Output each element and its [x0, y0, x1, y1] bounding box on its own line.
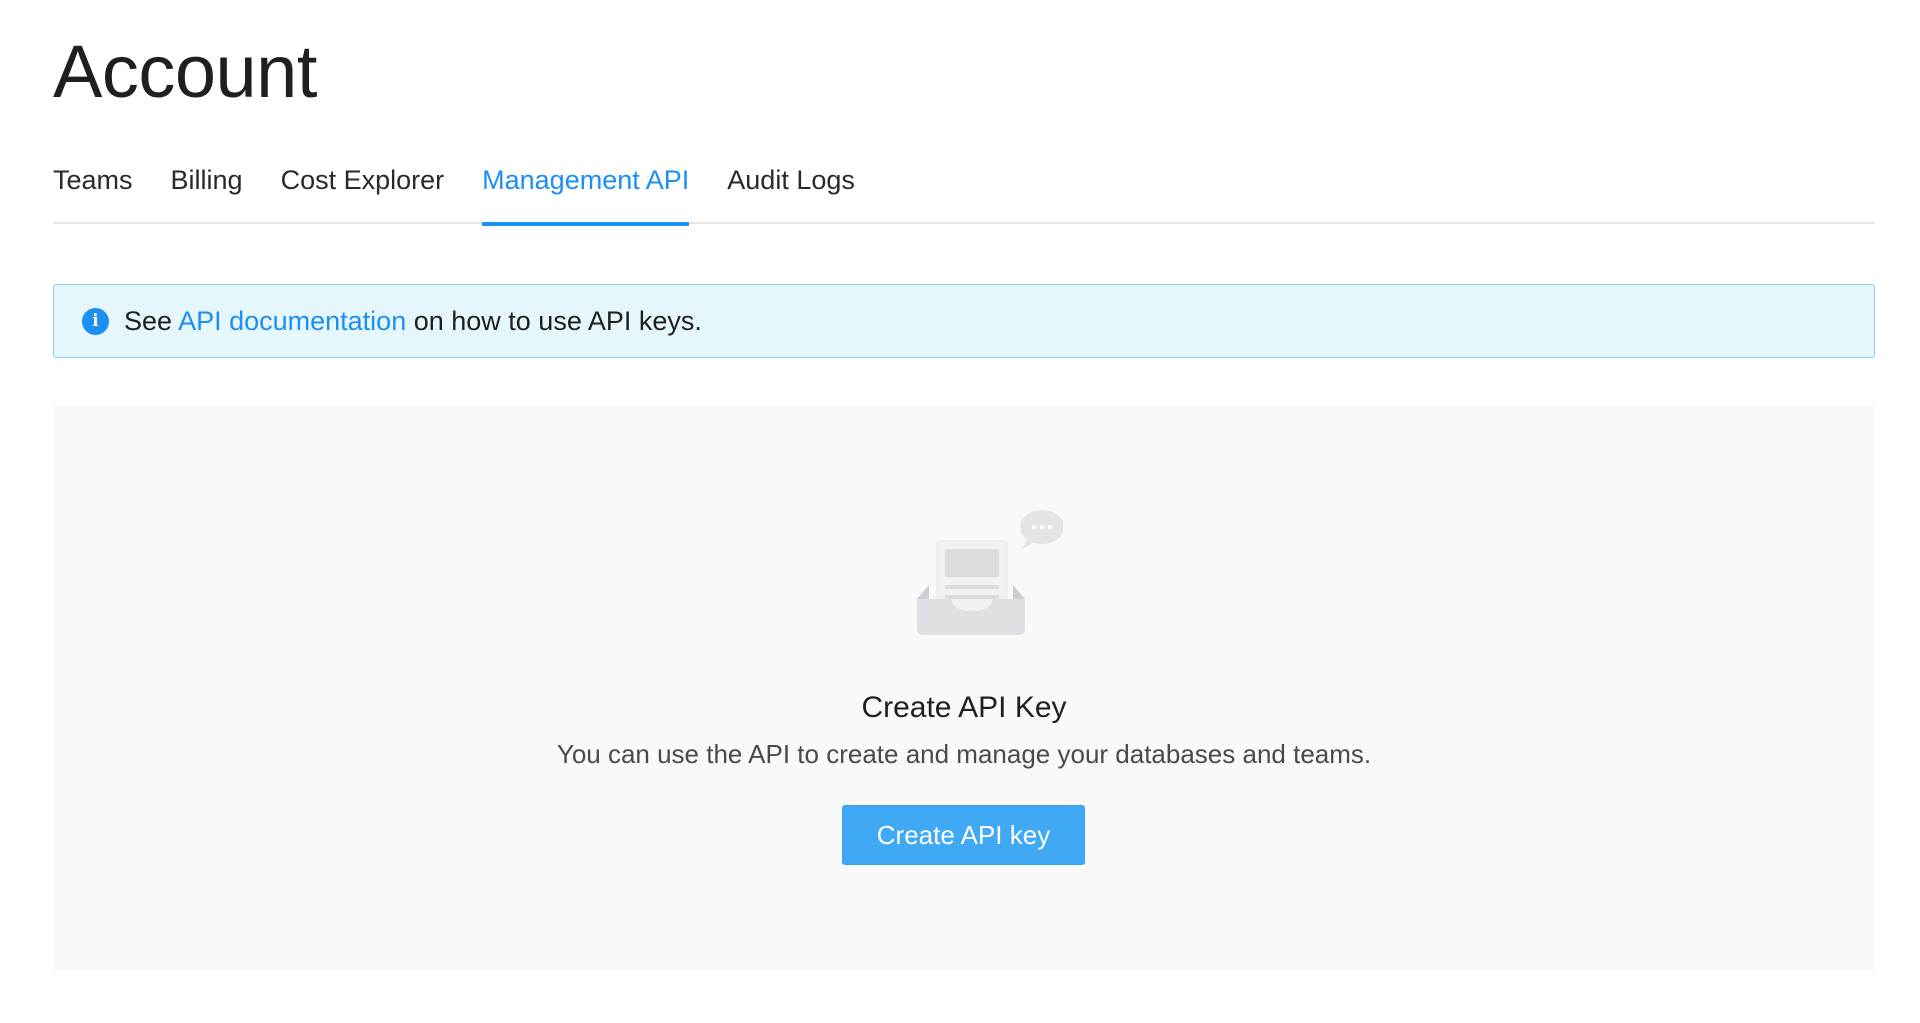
create-api-key-button[interactable]: Create API key [842, 805, 1085, 865]
inbox-document-icon [917, 510, 1063, 635]
info-banner-suffix: on how to use API keys. [406, 305, 702, 336]
page-title: Account [53, 30, 317, 113]
empty-state-description: You can use the API to create and manage… [556, 739, 1372, 769]
tab-management-api[interactable]: Management API [482, 152, 690, 226]
empty-state-panel: Create API Key You can use the API to cr… [53, 405, 1875, 971]
empty-state-title: Create API Key [861, 691, 1067, 724]
info-banner-text: See API documentation on how to use API … [124, 306, 702, 337]
info-banner: i See API documentation on how to use AP… [53, 284, 1875, 358]
tab-cost-explorer[interactable]: Cost Explorer [281, 152, 445, 224]
info-icon: i [82, 307, 109, 335]
account-tabs: Teams Billing Cost Explorer Management A… [53, 152, 1875, 226]
tab-teams[interactable]: Teams [53, 152, 133, 224]
tab-billing[interactable]: Billing [171, 152, 243, 224]
chat-bubble-icon [1020, 510, 1063, 549]
tab-audit-logs[interactable]: Audit Logs [727, 152, 855, 224]
account-page: Account Teams Billing Cost Explorer Mana… [0, 0, 1920, 1023]
info-banner-prefix: See [124, 305, 179, 336]
api-documentation-link[interactable]: API documentation [178, 306, 406, 336]
